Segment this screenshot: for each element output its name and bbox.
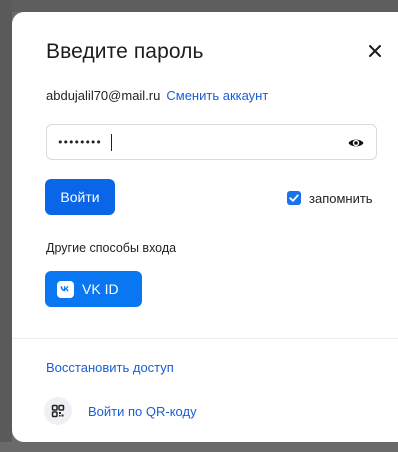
backdrop	[0, 0, 398, 12]
vk-id-label: VK ID	[82, 281, 119, 297]
restore-access-link[interactable]: Восстановить доступ	[46, 360, 174, 375]
qr-code-icon	[44, 397, 72, 425]
remember-label[interactable]: запомнить	[309, 191, 373, 206]
backdrop-bottom	[0, 442, 398, 452]
account-row: abdujalil70@mail.ru Сменить аккаунт	[46, 88, 268, 103]
eye-icon[interactable]	[347, 134, 365, 152]
vk-logo-icon	[57, 281, 74, 298]
login-dialog: Введите пароль abdujalil70@mail.ru Сменит…	[12, 12, 398, 442]
remember-checkbox[interactable]	[287, 191, 301, 205]
dialog-title: Введите пароль	[46, 40, 204, 63]
switch-account-link[interactable]: Сменить аккаунт	[166, 88, 268, 103]
password-input[interactable]	[57, 132, 327, 152]
divider	[12, 338, 398, 339]
account-email: abdujalil70@mail.ru	[46, 88, 161, 103]
text-caret	[111, 134, 112, 151]
login-button[interactable]: Войти	[45, 179, 115, 215]
close-icon[interactable]	[364, 40, 386, 62]
qr-login-button[interactable]: Войти по QR-коду	[44, 397, 244, 425]
backdrop-edge	[0, 0, 12, 452]
qr-login-label: Войти по QR-коду	[88, 404, 197, 419]
password-field[interactable]	[46, 124, 377, 160]
other-methods-heading: Другие способы входа	[46, 241, 177, 255]
vk-id-button[interactable]: VK ID	[45, 271, 142, 307]
